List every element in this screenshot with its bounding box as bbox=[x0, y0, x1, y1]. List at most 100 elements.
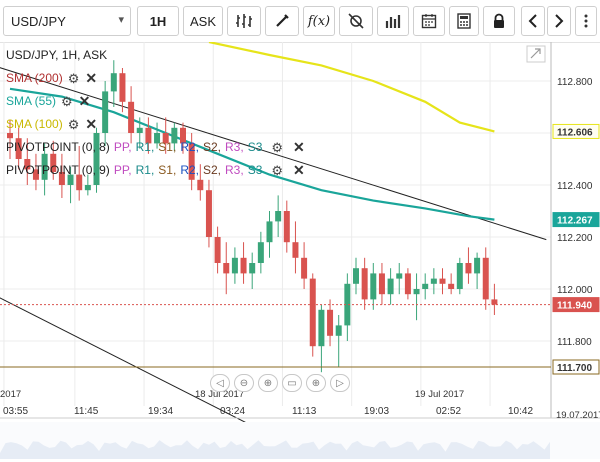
candle-body bbox=[378, 273, 385, 295]
reset-zoom-icon[interactable]: ▭ bbox=[282, 374, 302, 392]
expand-icon[interactable] bbox=[526, 45, 546, 63]
candle bbox=[249, 252, 256, 289]
price-type-button[interactable]: ASK bbox=[183, 6, 223, 36]
zoom-fit-icon[interactable]: ⊕ bbox=[306, 374, 326, 392]
time-tick-label: 02:52 bbox=[436, 406, 461, 417]
candle bbox=[430, 268, 437, 295]
legend-sma55[interactable]: SMA (55) ⚙ ✕ bbox=[6, 90, 309, 113]
timeframe-button[interactable]: 1H bbox=[137, 6, 179, 36]
candle bbox=[309, 273, 316, 357]
candle bbox=[370, 263, 377, 310]
level-lines bbox=[0, 304, 551, 368]
time-tick-label: 11:13 bbox=[292, 406, 317, 417]
candle-body bbox=[327, 309, 334, 336]
candle-body bbox=[439, 278, 446, 284]
candle bbox=[387, 268, 394, 305]
candle bbox=[223, 242, 230, 295]
candle bbox=[439, 268, 446, 295]
calendar-icon[interactable] bbox=[413, 6, 445, 36]
candle bbox=[361, 257, 368, 310]
bar-chart-icon[interactable] bbox=[377, 6, 409, 36]
lock-icon[interactable] bbox=[483, 6, 515, 36]
candle-body bbox=[491, 299, 498, 305]
candle-body bbox=[465, 263, 472, 274]
close-icon[interactable]: ✕ bbox=[79, 90, 91, 113]
candle-body bbox=[474, 257, 481, 274]
price-badge-label: 111.940 bbox=[557, 301, 592, 312]
candlestick-icon[interactable] bbox=[227, 6, 261, 36]
candle-body bbox=[292, 242, 299, 258]
candle bbox=[465, 247, 472, 284]
candle-body bbox=[301, 257, 308, 279]
zoom-out-icon[interactable]: ⊖ bbox=[234, 374, 254, 392]
zoom-in-icon[interactable]: ⊕ bbox=[258, 374, 278, 392]
more-options-icon[interactable] bbox=[575, 6, 597, 36]
legend-pivot1[interactable]: PIVOTPOINT (0, 8) PP, R1, S1, R2, S2, R3… bbox=[6, 136, 309, 159]
candle-body bbox=[387, 278, 394, 295]
indicators-button[interactable]: f(x) bbox=[303, 6, 335, 36]
candle bbox=[318, 304, 325, 373]
legend-pivot2[interactable]: PIVOTPOINT (0, 9) PP, R1, S1, R2, S2, R3… bbox=[6, 159, 309, 182]
pivot2-s3: S3 bbox=[247, 163, 263, 177]
close-icon[interactable]: ✕ bbox=[85, 67, 97, 90]
candle bbox=[301, 242, 308, 289]
candle bbox=[482, 247, 489, 310]
calculator-icon[interactable] bbox=[449, 6, 479, 36]
gear-icon[interactable]: ⚙ bbox=[68, 67, 80, 90]
candle bbox=[231, 247, 238, 284]
candle-body bbox=[361, 268, 368, 300]
draw-line-icon[interactable] bbox=[265, 6, 299, 36]
close-icon[interactable]: ✕ bbox=[293, 136, 305, 159]
candle-body bbox=[335, 325, 342, 336]
chart-navigation: ◁ ⊖ ⊕ ▭ ⊕ ▷ bbox=[210, 374, 350, 392]
candle-body bbox=[430, 278, 437, 284]
date-label: 19 Jul 2017 bbox=[415, 389, 464, 400]
chevron-right-icon[interactable] bbox=[547, 6, 571, 36]
candle-body bbox=[318, 309, 325, 347]
scroll-left-icon[interactable]: ◁ bbox=[210, 374, 230, 392]
candle bbox=[378, 263, 385, 305]
chevron-down-icon: ▾ bbox=[118, 14, 124, 26]
pivot1-label: PIVOTPOINT (0, 8) bbox=[6, 140, 110, 154]
candle bbox=[257, 231, 264, 274]
crosshair-icon[interactable] bbox=[339, 6, 373, 36]
close-icon[interactable]: ✕ bbox=[85, 113, 97, 136]
candle bbox=[275, 195, 282, 237]
pivot2-r1: R1, bbox=[135, 163, 155, 177]
price-type-label: ASK bbox=[189, 13, 216, 29]
candle-body bbox=[257, 242, 264, 263]
candle bbox=[292, 221, 299, 274]
chevron-left-icon[interactable] bbox=[521, 6, 545, 36]
legend-sma100[interactable]: SMA (100) ⚙ ✕ bbox=[6, 113, 309, 136]
pivot1-s3: S3 bbox=[247, 140, 263, 154]
candle bbox=[448, 273, 455, 295]
gear-icon[interactable]: ⚙ bbox=[271, 136, 283, 159]
gear-icon[interactable]: ⚙ bbox=[68, 113, 80, 136]
pivot1-r2: R2, bbox=[180, 140, 199, 154]
scroll-right-icon[interactable]: ▷ bbox=[330, 374, 350, 392]
candle-body bbox=[205, 190, 212, 237]
candle-body bbox=[413, 289, 420, 295]
pivot2-r2: R2, bbox=[180, 163, 199, 177]
date-label: 2017 bbox=[0, 389, 21, 400]
timeframe-label: 1H bbox=[149, 13, 167, 29]
close-icon[interactable]: ✕ bbox=[293, 159, 305, 182]
pivot1-s1: S1, bbox=[158, 140, 177, 154]
candle bbox=[456, 257, 463, 295]
fx-label: f(x) bbox=[307, 13, 331, 29]
price-badge-label: 112.606 bbox=[557, 127, 593, 138]
price-tick-label: 112.000 bbox=[557, 285, 593, 296]
price-badge-label: 111.700 bbox=[557, 363, 592, 374]
price-tick-label: 112.400 bbox=[557, 181, 593, 192]
gear-icon[interactable]: ⚙ bbox=[61, 90, 73, 113]
candle bbox=[491, 283, 498, 315]
candle bbox=[422, 273, 429, 300]
symbol-selector[interactable]: USD/JPY ▾ bbox=[3, 6, 131, 36]
candle-body bbox=[214, 237, 221, 263]
price-axis: 112.800112.600112.400112.200112.000111.8… bbox=[552, 77, 600, 375]
gear-icon[interactable]: ⚙ bbox=[271, 159, 283, 182]
legend-sma200[interactable]: SMA (200) ⚙ ✕ bbox=[6, 67, 309, 90]
price-badge-label: 112.267 bbox=[557, 216, 593, 227]
candle-body bbox=[249, 263, 256, 274]
candle-body bbox=[404, 273, 411, 295]
